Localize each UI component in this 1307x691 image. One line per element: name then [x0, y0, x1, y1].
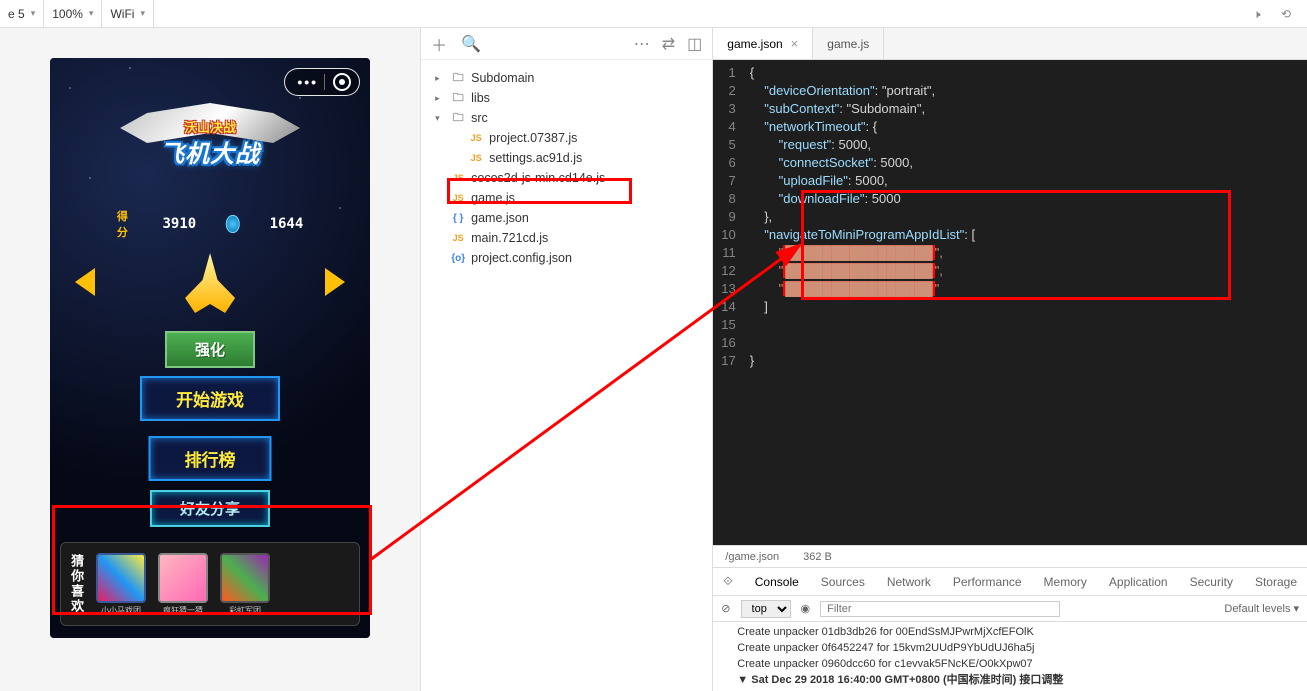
coin-icon [226, 215, 239, 233]
add-icon[interactable]: ＋ [431, 32, 447, 56]
tree-item-main.721cd.js[interactable]: JSmain.721cd.js [421, 228, 712, 248]
logo-top-text: 沃山决战 [120, 117, 300, 136]
file-explorer: ＋ 🔍 ⋯ ⇄ ◫ ▸🗀Subdomain▸🗀libs▾🗀srcJSprojec… [420, 28, 713, 691]
application-tab[interactable]: Application [1109, 575, 1168, 589]
status-path: /game.json [725, 551, 779, 563]
storage-tab[interactable]: Storage [1255, 575, 1297, 589]
close-icon[interactable]: × [791, 36, 799, 51]
mute-icon[interactable]: 🕨 [1253, 7, 1267, 21]
device-select[interactable]: e 5▾ [0, 0, 44, 27]
file-tree[interactable]: ▸🗀Subdomain▸🗀libs▾🗀srcJSproject.07387.js… [421, 60, 712, 691]
rank-button[interactable]: 排行榜 [149, 436, 272, 481]
coin-value: 1644 [270, 216, 304, 232]
memory-tab[interactable]: Memory [1044, 575, 1087, 589]
tree-item-cocos2d-js-min.cd14e.js[interactable]: JScocos2d-js-min.cd14e.js [421, 168, 712, 188]
more-icon[interactable]: ••• [293, 74, 325, 90]
editor-tabs: game.json× game.js [713, 28, 1307, 60]
split-icon[interactable]: ◫ [687, 34, 702, 54]
code-editor[interactable]: 1234567891011121314151617 { "deviceOrien… [713, 60, 1307, 545]
recommend-item[interactable]: 疯狂猜一猜 [156, 553, 210, 616]
top-toolbar: e 5▾ 100%▾ WiFi▾ 🕨 ⟲ [0, 0, 1307, 28]
main-layout: ••• 沃山决战 飞机大战 得分 3910 1644 强化 开始游戏 排行榜 [0, 28, 1307, 691]
tree-item-Subdomain[interactable]: ▸🗀Subdomain [421, 68, 712, 88]
console-tab[interactable]: Console [755, 575, 799, 589]
start-game-button[interactable]: 开始游戏 [140, 376, 280, 421]
share-button[interactable]: 好友分享 [150, 490, 270, 527]
tree-item-game.js[interactable]: JSgame.js [421, 188, 712, 208]
stats-row: 得分 3910 1644 [117, 208, 303, 240]
tab-game-js[interactable]: game.js [813, 28, 884, 59]
tree-item-project.07387.js[interactable]: JSproject.07387.js [421, 128, 712, 148]
tree-item-libs[interactable]: ▸🗀libs [421, 88, 712, 108]
editor-status-bar: /game.json 362 B [713, 545, 1307, 567]
context-select[interactable]: top [741, 600, 791, 618]
simulator-column: ••• 沃山决战 飞机大战 得分 3910 1644 强化 开始游戏 排行榜 [0, 28, 420, 691]
score-value: 3910 [162, 216, 196, 232]
network-select[interactable]: WiFi▾ [102, 0, 154, 27]
search-icon[interactable]: 🔍 [461, 34, 481, 54]
recommend-item[interactable]: 小小马戏团 [94, 553, 148, 616]
filter-input[interactable] [820, 601, 1060, 617]
code-content[interactable]: { "deviceOrientation": "portrait", "subC… [750, 60, 975, 545]
performance-tab[interactable]: Performance [953, 575, 1022, 589]
devtools-tabs: ⟐ Console Sources Network Performance Me… [713, 568, 1307, 596]
clear-icon[interactable]: ⊘ [721, 602, 730, 615]
prev-arrow-icon[interactable] [75, 268, 95, 296]
next-arrow-icon[interactable] [325, 268, 345, 296]
rotate-icon[interactable]: ⟲ [1281, 7, 1295, 21]
score-label: 得分 [117, 208, 133, 240]
phone-simulator[interactable]: ••• 沃山决战 飞机大战 得分 3910 1644 强化 开始游戏 排行榜 [50, 58, 370, 638]
eye-icon[interactable]: ◉ [801, 602, 811, 615]
sources-tab[interactable]: Sources [821, 575, 865, 589]
close-ring-icon[interactable] [333, 73, 351, 91]
recommend-item[interactable]: 彩虹军团 [218, 553, 272, 616]
network-tab[interactable]: Network [887, 575, 931, 589]
capsule-menu[interactable]: ••• [284, 68, 360, 96]
console-output[interactable]: Create unpacker 01db3db26 for 00EndSsMJP… [713, 622, 1307, 691]
tab-game-json[interactable]: game.json× [713, 28, 813, 59]
tree-item-settings.ac91d.js[interactable]: JSsettings.ac91d.js [421, 148, 712, 168]
settings-icon[interactable]: ⇄ [662, 34, 675, 54]
zoom-select[interactable]: 100%▾ [44, 0, 102, 27]
recommend-title: 猜你喜欢 [67, 554, 86, 614]
security-tab[interactable]: Security [1190, 575, 1233, 589]
level-select[interactable]: Default levels ▾ [1224, 602, 1299, 615]
more-h-icon[interactable]: ⋯ [634, 34, 650, 54]
game-logo: 沃山决战 飞机大战 [120, 103, 300, 169]
editor-column: game.json× game.js 123456789101112131415… [713, 28, 1307, 691]
tree-item-src[interactable]: ▾🗀src [421, 108, 712, 128]
enhance-button[interactable]: 强化 [165, 331, 255, 368]
recommend-panel: 猜你喜欢 小小马戏团 疯狂猜一猜 彩虹军团 [60, 542, 360, 626]
tree-item-game.json[interactable]: { }game.json [421, 208, 712, 228]
status-size: 362 B [803, 551, 832, 563]
line-gutter: 1234567891011121314151617 [713, 60, 749, 545]
devtools-panel: ⟐ Console Sources Network Performance Me… [713, 567, 1307, 691]
inspect-icon[interactable]: ⟐ [723, 574, 732, 589]
tree-item-project.config.json[interactable]: {o}project.config.json [421, 248, 712, 268]
